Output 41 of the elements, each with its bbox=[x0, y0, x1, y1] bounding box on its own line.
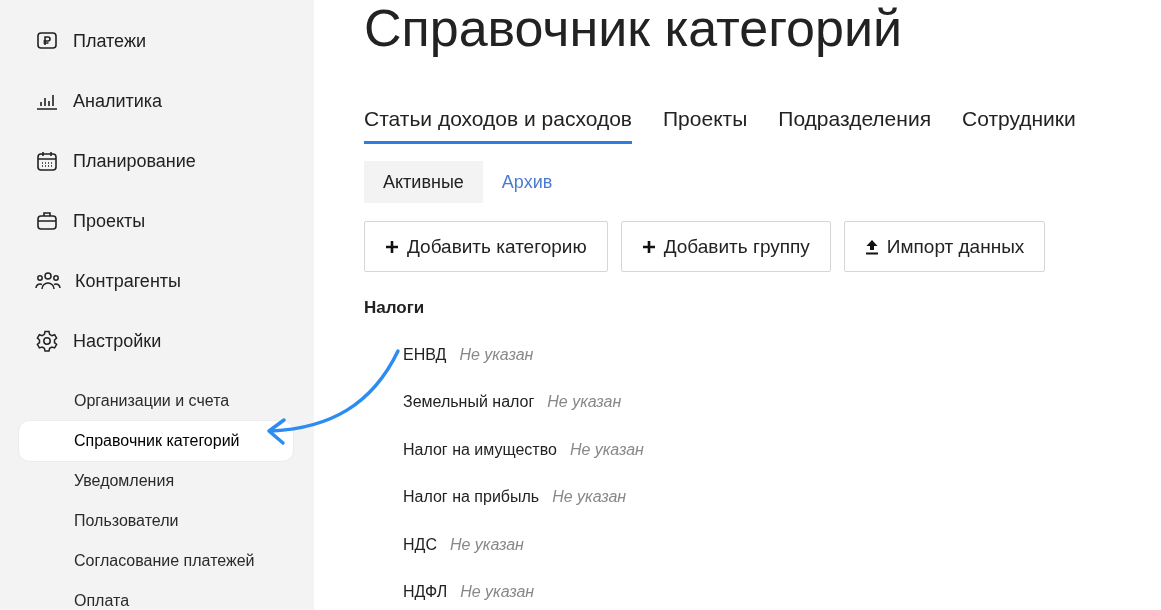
sidebar-item[interactable]: Настройки bbox=[0, 311, 314, 371]
sidebar-item[interactable]: Планирование bbox=[0, 131, 314, 191]
sidebar-item[interactable]: Платежи bbox=[0, 11, 314, 71]
calendar-icon bbox=[35, 149, 59, 173]
page-title: Справочник категорий bbox=[364, 0, 902, 56]
tab[interactable]: Сотрудники bbox=[962, 99, 1076, 144]
filter-tab[interactable]: Архив bbox=[482, 161, 572, 203]
plus-icon bbox=[385, 239, 399, 254]
group-heading: Налоги bbox=[364, 298, 425, 318]
tab[interactable]: Подразделения bbox=[778, 99, 931, 144]
sidebar-item[interactable]: Контрагенты bbox=[0, 251, 314, 311]
category-name: НДС bbox=[403, 535, 437, 554]
category-note: Не указан bbox=[460, 583, 535, 602]
category-name: НДФЛ bbox=[403, 583, 448, 602]
sidebar-item[interactable]: Проекты bbox=[0, 191, 314, 251]
submenu-item[interactable]: Пользователи bbox=[19, 501, 293, 541]
add-button[interactable]: Добавить категорию bbox=[364, 221, 608, 272]
category-note: Не указан bbox=[449, 535, 524, 554]
settings-icon bbox=[35, 329, 59, 353]
add-button[interactable]: Добавить группу bbox=[620, 221, 831, 272]
import-button[interactable]: Импорт данных bbox=[843, 221, 1046, 272]
submenu-item[interactable]: Организации и счета bbox=[19, 381, 293, 421]
plus-icon bbox=[641, 239, 656, 254]
filter-tab[interactable]: Активные bbox=[364, 161, 483, 203]
briefcase-icon bbox=[35, 209, 59, 233]
category-name: ЕНВД bbox=[403, 345, 447, 364]
tab[interactable]: Статьи доходов и расходов bbox=[364, 99, 632, 144]
submenu-item[interactable]: Оплата bbox=[19, 581, 293, 610]
upload-icon bbox=[864, 238, 879, 255]
category-name: Налог на прибыль bbox=[403, 488, 540, 507]
category-note: Не указан bbox=[569, 440, 644, 459]
sidebar-item[interactable]: Аналитика bbox=[0, 71, 314, 131]
category-note: Не указан bbox=[552, 488, 627, 507]
submenu-item[interactable]: Справочник категорий bbox=[19, 421, 293, 461]
submenu-item[interactable]: Согласование платежей bbox=[19, 541, 293, 581]
category-note: Не указан bbox=[547, 393, 622, 412]
tab[interactable]: Проекты bbox=[663, 99, 748, 144]
submenu-item[interactable]: Уведомления bbox=[19, 461, 293, 501]
category-name: Налог на имущество bbox=[403, 440, 557, 459]
category-note: Не указан bbox=[459, 345, 534, 364]
category-name: Земельный налог bbox=[403, 393, 535, 412]
